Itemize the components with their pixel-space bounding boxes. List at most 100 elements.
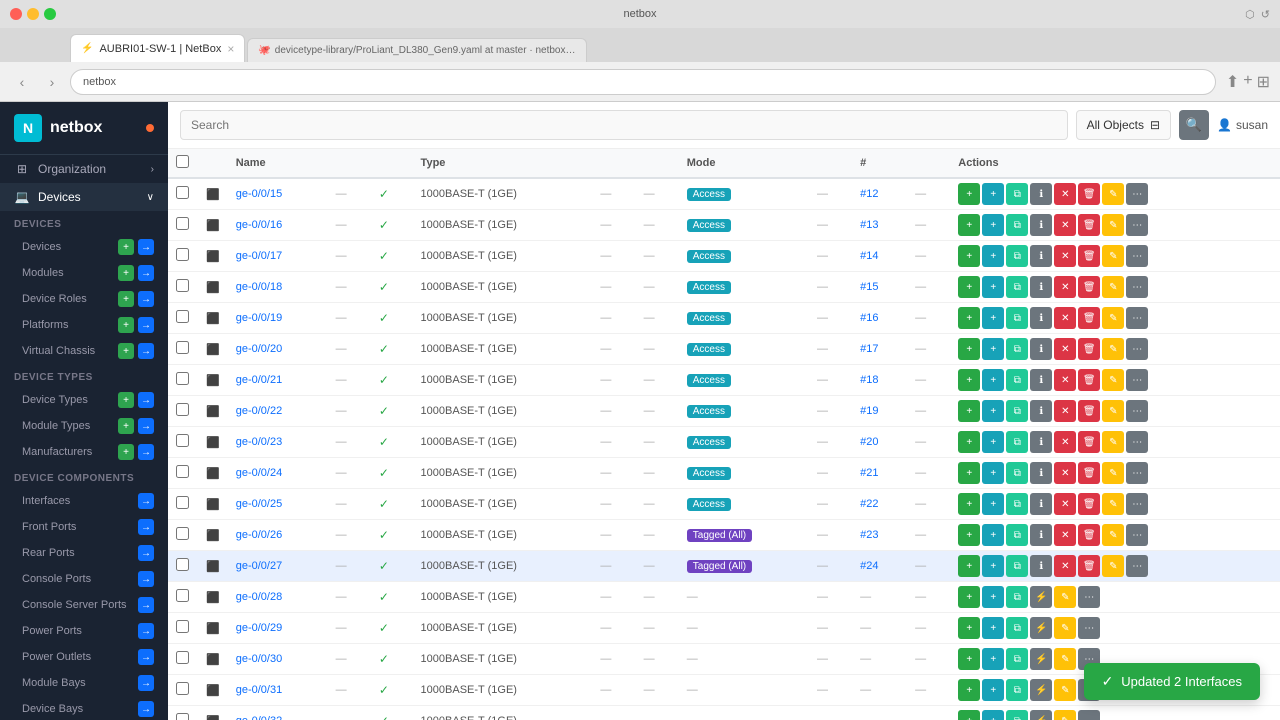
power-ports-nav-btn[interactable]: → xyxy=(138,623,154,639)
maximize-button[interactable] xyxy=(44,8,56,20)
interface-hash[interactable]: #12 xyxy=(852,178,907,210)
select-all-checkbox[interactable] xyxy=(176,155,189,168)
copy-action-btn[interactable]: ⧉ xyxy=(1006,710,1028,720)
delete-action-btn[interactable]: 🗑 xyxy=(1078,524,1100,546)
more-action-btn[interactable]: ⋯ xyxy=(1126,369,1148,391)
info-action-btn[interactable]: ℹ xyxy=(1030,369,1052,391)
info-action-btn[interactable]: ℹ xyxy=(1030,307,1052,329)
copy-action-btn[interactable]: ⧉ xyxy=(1006,617,1028,639)
rear-ports-nav-btn[interactable]: → xyxy=(138,545,154,561)
edit-action-btn[interactable]: ✎ xyxy=(1102,307,1124,329)
add-action-btn[interactable]: + xyxy=(958,245,980,267)
sidebar-item-manufacturers[interactable]: Manufacturers + → xyxy=(0,439,168,465)
row-checkbox[interactable] xyxy=(176,372,189,385)
disconnect-action-btn[interactable]: ✕ xyxy=(1054,462,1076,484)
sidebar-item-power-outlets[interactable]: Power Outlets → xyxy=(0,644,168,670)
modules-nav-btn[interactable]: → xyxy=(138,265,154,281)
interface-name-link[interactable]: ge-0/0/29 xyxy=(236,622,282,634)
add2-action-btn[interactable]: + xyxy=(982,679,1004,701)
edit-action-btn[interactable]: ✎ xyxy=(1102,245,1124,267)
row-checkbox[interactable] xyxy=(176,186,189,199)
edit-action-btn[interactable]: ✎ xyxy=(1102,276,1124,298)
delete-action-btn[interactable]: 🗑 xyxy=(1078,307,1100,329)
interface-name-link[interactable]: ge-0/0/20 xyxy=(236,343,282,355)
interface-name-link[interactable]: ge-0/0/25 xyxy=(236,498,282,510)
copy-action-btn[interactable]: ⧉ xyxy=(1006,524,1028,546)
more-action-btn[interactable]: ⋯ xyxy=(1126,307,1148,329)
devices-add-btn[interactable]: + xyxy=(118,239,134,255)
row-checkbox[interactable] xyxy=(176,310,189,323)
delete-action-btn[interactable]: 🗑 xyxy=(1078,369,1100,391)
manufacturers-nav-btn[interactable]: → xyxy=(138,444,154,460)
copy-action-btn[interactable]: ⧉ xyxy=(1006,276,1028,298)
copy-action-btn[interactable]: ⧉ xyxy=(1006,493,1028,515)
disconnect-action-btn[interactable]: ✕ xyxy=(1054,245,1076,267)
copy-action-btn[interactable]: ⧉ xyxy=(1006,586,1028,608)
info-action-btn[interactable]: ℹ xyxy=(1030,245,1052,267)
sidebar-item-modules[interactable]: Modules + → xyxy=(0,260,168,286)
more-action-btn[interactable]: ⋯ xyxy=(1126,493,1148,515)
add2-action-btn[interactable]: + xyxy=(982,524,1004,546)
disconnect-action-btn[interactable]: ✕ xyxy=(1054,183,1076,205)
user-menu[interactable]: 👤 susan xyxy=(1217,118,1268,132)
info-action-btn[interactable]: ℹ xyxy=(1030,431,1052,453)
copy-action-btn[interactable]: ⧉ xyxy=(1006,555,1028,577)
interface-hash[interactable]: #13 xyxy=(852,210,907,241)
device-bays-nav-btn[interactable]: → xyxy=(138,701,154,717)
more-action-btn[interactable]: ⋯ xyxy=(1126,524,1148,546)
add-action-btn[interactable]: + xyxy=(958,679,980,701)
row-checkbox[interactable] xyxy=(176,403,189,416)
interface-name-link[interactable]: ge-0/0/22 xyxy=(236,405,282,417)
interface-name-link[interactable]: ge-0/0/27 xyxy=(236,560,282,572)
cable-action-btn[interactable]: ⚡ xyxy=(1030,586,1052,608)
sidebar-item-module-bays[interactable]: Module Bays → xyxy=(0,670,168,696)
info-action-btn[interactable]: ℹ xyxy=(1030,400,1052,422)
interface-hash[interactable]: #23 xyxy=(852,520,907,551)
sidebar-item-device-roles[interactable]: Device Roles + → xyxy=(0,286,168,312)
interface-hash[interactable]: #14 xyxy=(852,241,907,272)
edit-action-btn[interactable]: ✎ xyxy=(1102,493,1124,515)
add2-action-btn[interactable]: + xyxy=(982,648,1004,670)
disconnect-action-btn[interactable]: ✕ xyxy=(1054,276,1076,298)
back-button[interactable]: ‹ xyxy=(10,70,34,94)
interface-name-link[interactable]: ge-0/0/32 xyxy=(236,715,282,720)
interface-hash[interactable]: #15 xyxy=(852,272,907,303)
tab-1[interactable]: ⚡ AUBRI01-SW-1 | NetBox × xyxy=(70,34,245,62)
info-action-btn[interactable]: ℹ xyxy=(1030,524,1052,546)
filter-dropdown[interactable]: All Objects ⊟ xyxy=(1076,110,1171,140)
disconnect-action-btn[interactable]: ✕ xyxy=(1054,214,1076,236)
more-action-btn[interactable]: ⋯ xyxy=(1078,586,1100,608)
manufacturers-add-btn[interactable]: + xyxy=(118,444,134,460)
edit-action-btn[interactable]: ✎ xyxy=(1102,183,1124,205)
interface-name-link[interactable]: ge-0/0/18 xyxy=(236,281,282,293)
device-roles-nav-btn[interactable]: → xyxy=(138,291,154,307)
sidebar-item-platforms[interactable]: Platforms + → xyxy=(0,312,168,338)
module-types-nav-btn[interactable]: → xyxy=(138,418,154,434)
edit-action-btn[interactable]: ✎ xyxy=(1102,338,1124,360)
add-action-btn[interactable]: + xyxy=(958,183,980,205)
copy-action-btn[interactable]: ⧉ xyxy=(1006,369,1028,391)
copy-action-btn[interactable]: ⧉ xyxy=(1006,400,1028,422)
interface-name-link[interactable]: ge-0/0/23 xyxy=(236,436,282,448)
copy-action-btn[interactable]: ⧉ xyxy=(1006,307,1028,329)
add-action-btn[interactable]: + xyxy=(958,462,980,484)
disconnect-action-btn[interactable]: ✕ xyxy=(1054,400,1076,422)
minimize-button[interactable] xyxy=(27,8,39,20)
row-checkbox[interactable] xyxy=(176,279,189,292)
interface-hash[interactable]: #17 xyxy=(852,334,907,365)
interfaces-nav-btn[interactable]: → xyxy=(138,493,154,509)
virtual-chassis-nav-btn[interactable]: → xyxy=(138,343,154,359)
sidebar-item-rear-ports[interactable]: Rear Ports → xyxy=(0,540,168,566)
copy-action-btn[interactable]: ⧉ xyxy=(1006,462,1028,484)
modules-add-btn[interactable]: + xyxy=(118,265,134,281)
add2-action-btn[interactable]: + xyxy=(982,462,1004,484)
disconnect-action-btn[interactable]: ✕ xyxy=(1054,338,1076,360)
copy-action-btn[interactable]: ⧉ xyxy=(1006,183,1028,205)
add-action-btn[interactable]: + xyxy=(958,214,980,236)
edit-action-btn[interactable]: ✎ xyxy=(1102,214,1124,236)
row-checkbox[interactable] xyxy=(176,651,189,664)
more-action-btn[interactable]: ⋯ xyxy=(1126,400,1148,422)
edit-action-btn[interactable]: ✎ xyxy=(1054,617,1076,639)
sidebar-item-console-server-ports[interactable]: Console Server Ports → xyxy=(0,592,168,618)
row-checkbox[interactable] xyxy=(176,589,189,602)
